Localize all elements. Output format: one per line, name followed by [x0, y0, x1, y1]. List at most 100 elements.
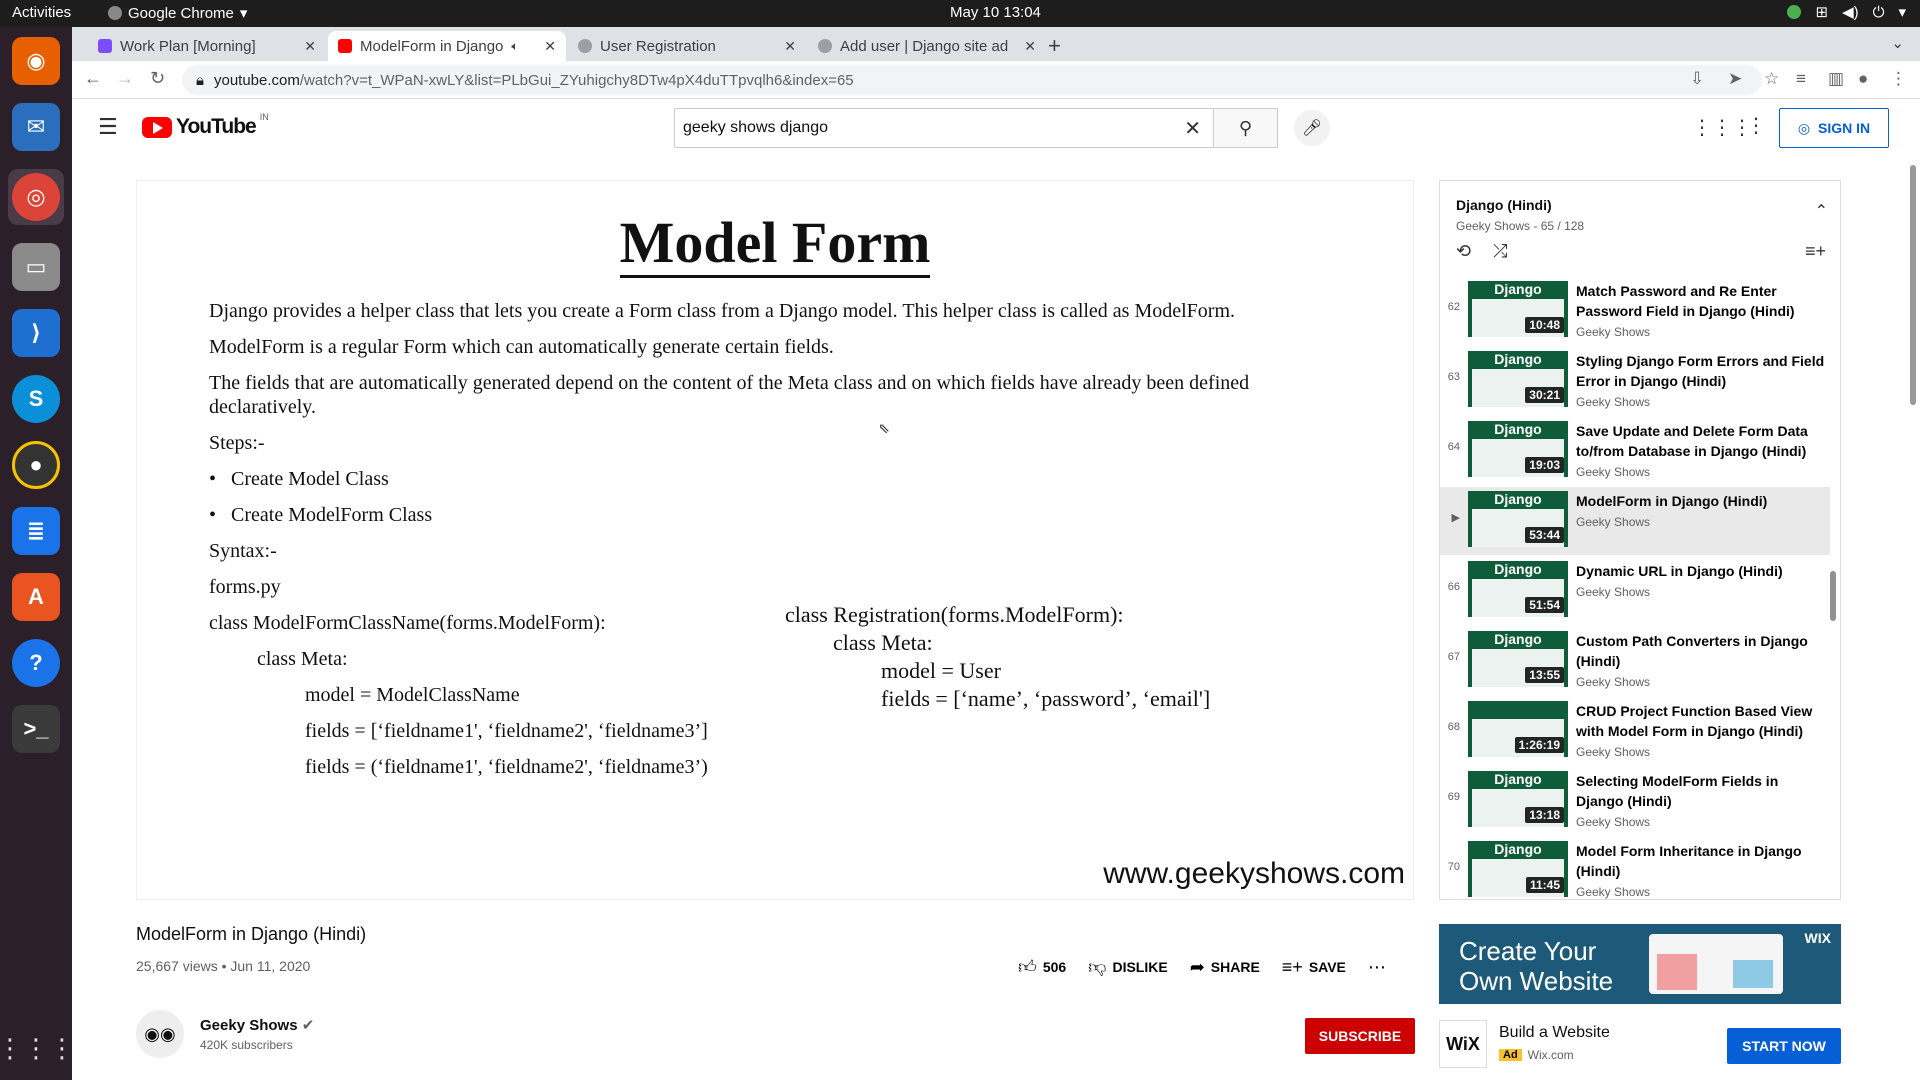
- sign-in-button[interactable]: ◎ SIGN IN: [1779, 108, 1889, 148]
- playlist-item[interactable]: 63 Django 30:21 Styling Django Form Errors …: [1440, 347, 1830, 415]
- close-icon[interactable]: ✕: [304, 38, 316, 55]
- collapse-icon[interactable]: ⌃: [1815, 201, 1828, 221]
- update-icon[interactable]: [1787, 5, 1802, 19]
- voice-search-button[interactable]: 🎤︎: [1294, 110, 1330, 146]
- video-thumbnail[interactable]: Django 11:45: [1468, 841, 1568, 897]
- playlist-item-channel[interactable]: Geeky Shows: [1576, 465, 1826, 479]
- tab-work-plan[interactable]: Work Plan [Morning] ✕: [88, 31, 326, 61]
- video-thumbnail[interactable]: Django 51:54: [1468, 561, 1568, 617]
- playlist-item-channel[interactable]: Geeky Shows: [1576, 885, 1826, 899]
- video-thumbnail[interactable]: Django 10:48: [1468, 281, 1568, 337]
- terminal-icon[interactable]: >_: [12, 705, 60, 753]
- clear-search-icon[interactable]: ✕: [1184, 116, 1201, 141]
- more-actions-button[interactable]: ⋯: [1368, 956, 1386, 978]
- ad-banner[interactable]: Create Your Own Website WIX: [1439, 924, 1841, 1004]
- ad-logo[interactable]: WiX: [1439, 1020, 1487, 1068]
- playlist-item-title[interactable]: Styling Django Form Errors and Field Err…: [1576, 351, 1826, 391]
- playlist-item-channel[interactable]: Geeky Shows: [1576, 395, 1826, 409]
- playlist-item-title[interactable]: Model Form Inheritance in Django (Hindi): [1576, 841, 1826, 881]
- search-input[interactable]: geeky shows django ✕: [674, 108, 1214, 148]
- profile-icon[interactable]: ●: [1858, 69, 1868, 89]
- hamburger-menu-icon[interactable]: ☰: [98, 114, 118, 140]
- start-now-button[interactable]: START NOW: [1727, 1028, 1841, 1064]
- playlist-title[interactable]: Django (Hindi): [1456, 197, 1826, 213]
- tab-modelform[interactable]: ModelForm in Django 🔈︎ ✕: [328, 31, 566, 61]
- clock[interactable]: May 10 13:04: [950, 4, 1041, 21]
- settings-more-icon[interactable]: ⋮: [1746, 113, 1766, 138]
- playlist-item-channel[interactable]: Geeky Shows: [1576, 585, 1826, 599]
- back-icon[interactable]: ←: [84, 68, 102, 89]
- files-icon[interactable]: ▭: [12, 243, 60, 291]
- address-bar[interactable]: 🔒︎ youtube.com/watch?v=t_WPaN-xwLY&list=…: [182, 65, 1762, 95]
- send-icon[interactable]: ➤: [1728, 69, 1742, 89]
- tray-caret-icon[interactable]: ▾: [1898, 3, 1906, 21]
- playlist-item[interactable]: 68 1:26:19 CRUD Project Function Based Vie…: [1440, 697, 1830, 765]
- system-tray[interactable]: ⊞ ◀) ⏻ ▾: [1787, 3, 1906, 21]
- tab-search-icon[interactable]: ⌄: [1891, 34, 1904, 52]
- playlist-scrollbar[interactable]: [1830, 571, 1836, 621]
- save-button[interactable]: ≡+ SAVE: [1282, 956, 1346, 978]
- playlist-item-title[interactable]: ModelForm in Django (Hindi): [1576, 491, 1826, 511]
- video-thumbnail[interactable]: Django 19:03: [1468, 421, 1568, 477]
- chrome-menu-icon[interactable]: ⋮: [1890, 69, 1907, 89]
- playlist-item-channel[interactable]: Geeky Shows: [1576, 675, 1826, 689]
- writer-icon[interactable]: ≣: [12, 507, 60, 555]
- video-player[interactable]: Model Form Django provides a helper clas…: [136, 180, 1414, 900]
- reload-icon[interactable]: ↻: [150, 68, 165, 89]
- playlist-item-title[interactable]: Save Update and Delete Form Data to/from…: [1576, 421, 1826, 461]
- playlist-owner[interactable]: Geeky Shows: [1456, 219, 1530, 233]
- bookmark-star-icon[interactable]: ☆: [1764, 69, 1779, 89]
- dislike-button[interactable]: 👎︎ DISLIKE: [1088, 956, 1168, 978]
- playlist-item[interactable]: 69 Django 13:18 Selecting ModelForm Fields …: [1440, 767, 1830, 835]
- playlist-item-title[interactable]: CRUD Project Function Based View with Mo…: [1576, 701, 1826, 741]
- close-icon[interactable]: ✕: [784, 38, 796, 55]
- tab-user-registration[interactable]: User Registration ✕: [568, 31, 806, 61]
- playlist-item[interactable]: 64 Django 19:03 Save Update and Delete Form…: [1440, 417, 1830, 485]
- channel-name[interactable]: Geeky Shows ✔: [200, 1016, 314, 1034]
- subscribe-button[interactable]: SUBSCRIBE: [1305, 1018, 1415, 1054]
- volume-icon[interactable]: ◀): [1842, 3, 1859, 21]
- playlist-item[interactable]: 66 Django 51:54 Dynamic URL in Django (Hind…: [1440, 557, 1830, 625]
- playlist-item-channel[interactable]: Geeky Shows: [1576, 815, 1826, 829]
- playlist-item-channel[interactable]: Geeky Shows: [1576, 515, 1826, 529]
- thunderbird-icon[interactable]: ✉: [12, 103, 60, 151]
- playlist-item[interactable]: 70 Django 11:45 Model Form Inheritance in D…: [1440, 837, 1830, 899]
- playlist-item-title[interactable]: Selecting ModelForm Fields in Django (Hi…: [1576, 771, 1826, 811]
- video-thumbnail[interactable]: 1:26:19: [1468, 701, 1568, 757]
- rhythmbox-icon[interactable]: ●: [12, 441, 60, 489]
- firefox-icon[interactable]: ◉: [12, 37, 60, 85]
- save-playlist-icon[interactable]: ≡+: [1805, 241, 1826, 262]
- youtube-logo[interactable]: YouTube IN: [142, 112, 269, 139]
- loop-icon[interactable]: ⟲: [1456, 241, 1471, 262]
- help-icon[interactable]: ?: [12, 639, 60, 687]
- playlist-item-channel[interactable]: Geeky Shows: [1576, 325, 1826, 339]
- activities-button[interactable]: Activities: [12, 4, 71, 21]
- channel-avatar[interactable]: ◉◉: [136, 1010, 184, 1058]
- app-menu[interactable]: Google Chrome ▾: [108, 4, 247, 22]
- video-thumbnail[interactable]: Django 13:55: [1468, 631, 1568, 687]
- playlist-item-title[interactable]: Match Password and Re Enter Password Fie…: [1576, 281, 1826, 321]
- video-thumbnail[interactable]: Django 13:18: [1468, 771, 1568, 827]
- chrome-dock-icon[interactable]: ◎: [12, 173, 60, 221]
- playlist-item[interactable]: 62 Django 10:48 Match Password and Re Enter…: [1440, 277, 1830, 345]
- playlist-item[interactable]: 67 Django 13:55 Custom Path Converters in D…: [1440, 627, 1830, 695]
- shuffle-icon[interactable]: ⤮: [1493, 241, 1507, 262]
- skype-icon[interactable]: S: [12, 375, 60, 423]
- tab-add-user[interactable]: Add user | Django site ad ✕: [808, 31, 1046, 61]
- like-button[interactable]: 👍︎ 506: [1018, 956, 1066, 978]
- video-thumbnail[interactable]: Django 53:44: [1468, 491, 1568, 547]
- power-icon[interactable]: ⏻: [1873, 4, 1885, 21]
- side-panel-icon[interactable]: ▥: [1828, 69, 1844, 89]
- media-icon[interactable]: ≡: [1796, 69, 1806, 89]
- show-apps-icon[interactable]: ⋮⋮⋮: [0, 1033, 75, 1064]
- playlist-item-title[interactable]: Custom Path Converters in Django (Hindi): [1576, 631, 1826, 671]
- playlist-item-channel[interactable]: Geeky Shows: [1576, 745, 1826, 759]
- forward-icon[interactable]: →: [116, 68, 134, 89]
- close-icon[interactable]: ✕: [1024, 38, 1036, 55]
- vscode-icon[interactable]: ⟩: [12, 309, 60, 357]
- share-button[interactable]: ➦ SHARE: [1190, 956, 1260, 978]
- playlist-item-title[interactable]: Dynamic URL in Django (Hindi): [1576, 561, 1826, 581]
- ad-title[interactable]: Build a Website: [1499, 1024, 1610, 1042]
- page-scrollbar[interactable]: [1910, 165, 1916, 405]
- search-button[interactable]: ⚲: [1214, 108, 1278, 148]
